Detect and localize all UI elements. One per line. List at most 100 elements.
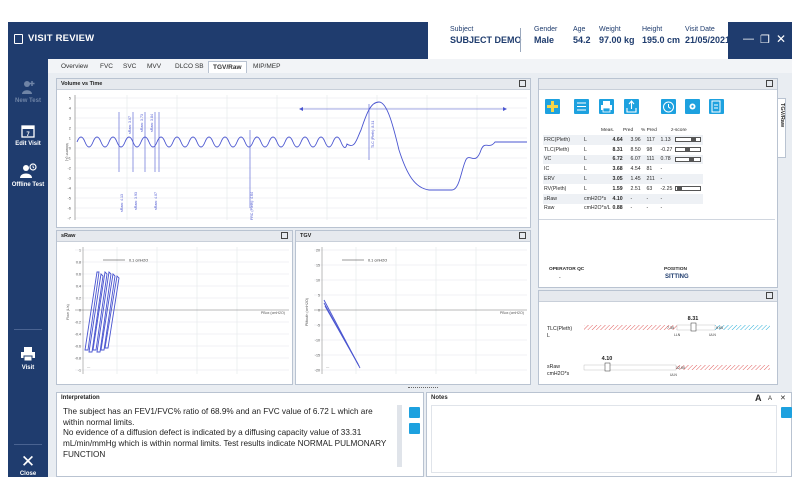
tab-tgv-raw-vertical[interactable]: TGV/Raw [777, 98, 786, 158]
y-tick: -3 [67, 176, 71, 181]
cell-zbar [674, 204, 703, 214]
cell-pct: - [645, 193, 660, 204]
comment-icon[interactable] [781, 407, 792, 418]
settings-icon[interactable] [685, 99, 700, 114]
expand-icon[interactable] [519, 80, 526, 87]
visit-button[interactable]: Visit [8, 346, 48, 371]
splitter-handle[interactable] [408, 387, 438, 389]
cell-z: 0.78 [659, 154, 674, 165]
calculate-icon[interactable] [661, 99, 676, 114]
frc-annotation: FRC (Pleth): 4.64 [250, 192, 254, 220]
cell-pct: 111 [645, 154, 660, 165]
cell-pct: 63 [646, 185, 653, 192]
scrollbar[interactable] [397, 405, 402, 467]
minimize-icon[interactable]: — [743, 33, 754, 45]
cell-pred: - [629, 193, 646, 204]
cell-unit: L [584, 185, 587, 192]
table-row: FRC(Pleth) L 4.64 3.96 117 1.13 [543, 135, 703, 145]
cell-unit: L [583, 135, 612, 145]
interpretation-text[interactable]: The subject has an FEV1/FVC% ratio of 68… [63, 407, 393, 461]
position-value: SITTING [665, 274, 689, 280]
print-icon[interactable] [599, 99, 614, 114]
zscore-panel: TLC(Pleth) L 8.31 7.35 9.65 LLN ULN sRaw… [538, 290, 778, 385]
sraw-annotation: sRaw: 4.13 [120, 194, 124, 212]
cell-pred: 4.54 [630, 166, 641, 173]
tab-dlco-sb[interactable]: DLCO SB [171, 61, 208, 73]
y-tick: -0.8 [75, 357, 81, 361]
list-icon[interactable] [574, 99, 589, 114]
y-tick: -20 [315, 369, 320, 373]
expand-icon[interactable] [766, 292, 773, 299]
tab-mvv[interactable]: MVV [143, 61, 165, 73]
edit-visit-button[interactable]: 7 Edit Visit [8, 124, 48, 147]
notes-field[interactable] [431, 405, 777, 473]
scale-label: 0.1 cmH2O [129, 259, 148, 263]
font-increase-button[interactable]: A [755, 393, 762, 403]
close-button[interactable]: ✕ Close [8, 453, 48, 477]
tlc-unit: L [547, 333, 550, 339]
height-field: Height 195.0 cm [642, 26, 681, 45]
y-tick: 15 [316, 264, 320, 268]
close-notes-icon[interactable]: ✕ [780, 394, 786, 402]
offline-test-icon [20, 163, 37, 178]
export-icon[interactable] [624, 99, 639, 114]
y-tick: -15 [315, 354, 320, 358]
report-icon[interactable] [709, 99, 724, 114]
new-test-button[interactable]: New Test [8, 79, 48, 104]
y-tick: -4 [67, 186, 71, 191]
table-row: sRaw cmH2O*s 4.10- - - [543, 193, 703, 204]
comment-icon[interactable] [409, 423, 420, 434]
zscore-marker [690, 138, 696, 142]
sraw-unit: cmH2O*s [547, 371, 570, 377]
y-tick: -0.4 [75, 333, 81, 337]
offline-test-button[interactable]: Offline Test [8, 163, 48, 188]
cell-meas: 4.64 [611, 135, 630, 145]
zscore-bar [674, 156, 701, 162]
y-axis-label: Flow (L/s) [66, 304, 70, 320]
cell-name: TLC(Pleth) [544, 146, 570, 153]
font-decrease-button[interactable]: A [768, 396, 772, 402]
y-tick: -1 [78, 369, 81, 373]
y-tick: 4 [69, 106, 72, 111]
results-panel: Meas. Pred % Pred z-score FRC(Pleth) L 4.6… [538, 78, 778, 288]
cell-unit: L [583, 154, 612, 165]
expand-icon[interactable] [281, 232, 288, 239]
cell-pred: 3.96 [629, 135, 646, 145]
expand-icon[interactable] [766, 80, 773, 87]
tab-overview[interactable]: Overview [57, 61, 92, 73]
sraw-annotation: sRaw: 3.73 [140, 114, 144, 132]
insert-comment-icon[interactable] [409, 407, 420, 418]
volume-time-panel: Volume vs Time 5 4 3 2 1 0 -1 -2 -3 -4 -… [56, 78, 531, 228]
cell-pct: - [646, 205, 649, 212]
tlc-label: TLC(Pleth) [547, 326, 572, 332]
restore-icon[interactable]: ❐ [760, 33, 770, 46]
tab-tgv-raw[interactable]: TGV/Raw [208, 61, 247, 73]
zscore-marker [684, 147, 690, 151]
scale-label: 0.1 cmH2O [368, 259, 387, 263]
y-tick: -2 [67, 166, 71, 171]
expand-icon[interactable] [519, 232, 526, 239]
tab-svc[interactable]: SVC [119, 61, 140, 73]
cell-z: - [660, 166, 663, 173]
table-row: TLC(Pleth) L 8.31 8.50 98 -0.27 [543, 145, 703, 155]
zscore-marker [676, 187, 682, 190]
y-axis-label: PMouth (cmH2O) [305, 298, 309, 326]
table-row: IC L 3.68 4.54 81- [543, 164, 703, 174]
cell-pct: 81 [646, 166, 653, 173]
visit-date-field: Visit Date 21/05/2021 [685, 26, 731, 45]
cell-pred: - [630, 205, 633, 212]
patient-info: Subject SUBJECT DEMO Gender Male Age 54.2 W… [428, 22, 731, 59]
cell-z: - [660, 205, 663, 212]
tab-fvc[interactable]: FVC [96, 61, 117, 73]
close-icon[interactable]: ✕ [776, 32, 786, 46]
tab-mip-mep[interactable]: MIP/MEP [249, 61, 284, 73]
add-icon[interactable] [545, 99, 560, 114]
table-row: Raw cmH2O*s/L 0.88- - - [543, 204, 703, 214]
tlc-uln-value: 9.65 [716, 326, 723, 330]
visit-review-icon [14, 34, 23, 44]
cell-pred: 8.50 [630, 146, 641, 153]
y-tick: -5 [317, 324, 320, 328]
cell-name: Raw [544, 205, 555, 212]
y-tick: 0.2 [76, 297, 81, 301]
y-tick: 0 [79, 309, 81, 313]
